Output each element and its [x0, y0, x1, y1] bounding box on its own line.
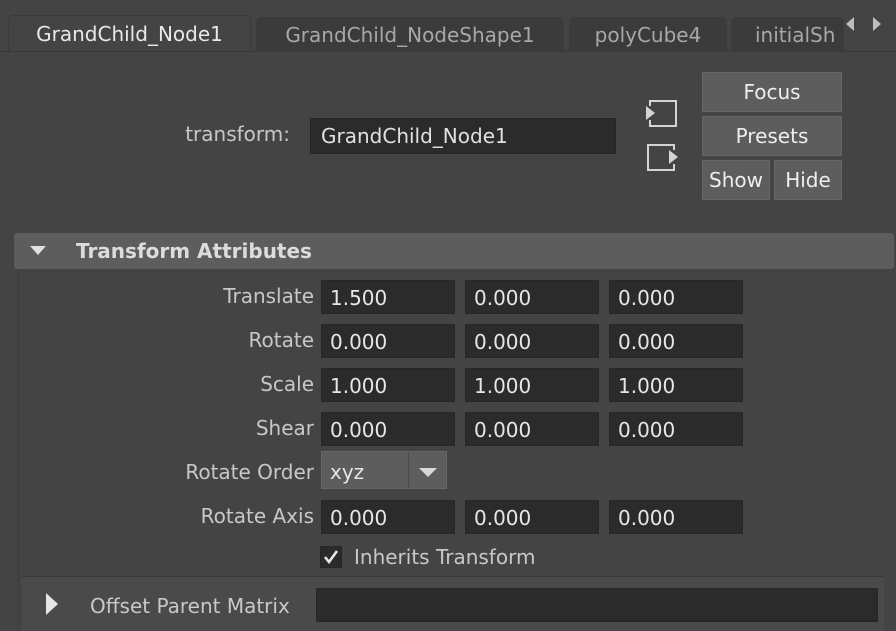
rotate-axis-x-field[interactable]: 0.000 [321, 500, 455, 534]
translate-z-field[interactable]: 0.000 [609, 280, 743, 314]
rotate-axis-z-field[interactable]: 0.000 [609, 500, 743, 534]
focus-button[interactable]: Focus [702, 72, 842, 112]
inherits-transform-checkbox[interactable] [320, 546, 342, 568]
triangle-down-icon [28, 243, 48, 262]
shear-xz-field[interactable]: 0.000 [465, 412, 599, 446]
tab-label: GrandChild_Node1 [36, 22, 223, 46]
tab-grandchild-nodeshape1[interactable]: GrandChild_NodeShape1 [256, 17, 564, 52]
hide-button[interactable]: Hide [774, 160, 842, 200]
section-title: Offset Parent Matrix [90, 594, 290, 618]
section-title: Transform Attributes [76, 239, 312, 263]
rotate-order-value: xyz [330, 460, 365, 484]
translate-x-field[interactable]: 1.500 [321, 280, 455, 314]
transform-label: transform: [185, 122, 290, 146]
tab-label: GrandChild_NodeShape1 [285, 23, 535, 47]
rotate-x-field[interactable]: 0.000 [321, 324, 455, 358]
tab-grandchild-node1[interactable]: GrandChild_Node1 [8, 15, 251, 52]
inherits-transform-label: Inherits Transform [354, 545, 536, 569]
tab-label: initialSh [755, 23, 836, 47]
tab-label: polyCube4 [594, 23, 702, 47]
rotate-y-field[interactable]: 0.000 [465, 324, 599, 358]
rotate-label: Rotate [248, 328, 314, 352]
offset-parent-matrix-field[interactable] [316, 588, 878, 622]
output-connection-icon[interactable] [644, 142, 680, 174]
tab-strip-divider [0, 51, 896, 52]
dropdown-separator [408, 452, 409, 488]
checkmark-icon [322, 548, 340, 570]
rotate-order-dropdown[interactable]: xyz [321, 451, 447, 489]
triangle-right-icon[interactable] [868, 14, 884, 34]
triangle-left-icon[interactable] [843, 14, 859, 34]
rotate-z-field[interactable]: 0.000 [609, 324, 743, 358]
transform-name-field[interactable] [310, 118, 616, 154]
tab-bar: GrandChild_Node1 GrandChild_NodeShape1 p… [0, 0, 896, 52]
scale-y-field[interactable]: 1.000 [465, 368, 599, 402]
translate-y-field[interactable]: 0.000 [465, 280, 599, 314]
tab-polycube4[interactable]: polyCube4 [569, 17, 727, 52]
triangle-down-icon [418, 464, 438, 483]
shear-label: Shear [255, 416, 314, 440]
triangle-right-icon [44, 591, 60, 621]
scale-label: Scale [260, 372, 314, 396]
transform-attributes-header[interactable]: Transform Attributes [14, 233, 894, 269]
presets-button[interactable]: Presets [702, 116, 842, 156]
shear-xy-field[interactable]: 0.000 [321, 412, 455, 446]
rotate-order-label: Rotate Order [185, 460, 314, 484]
input-connection-icon[interactable] [644, 98, 680, 130]
scale-x-field[interactable]: 1.000 [321, 368, 455, 402]
tab-initialshading[interactable]: initialSh [731, 17, 844, 52]
rotate-axis-label: Rotate Axis [200, 504, 314, 528]
translate-label: Translate [223, 284, 314, 308]
rotate-axis-y-field[interactable]: 0.000 [465, 500, 599, 534]
show-button[interactable]: Show [702, 160, 770, 200]
scale-z-field[interactable]: 1.000 [609, 368, 743, 402]
shear-yz-field[interactable]: 0.000 [609, 412, 743, 446]
